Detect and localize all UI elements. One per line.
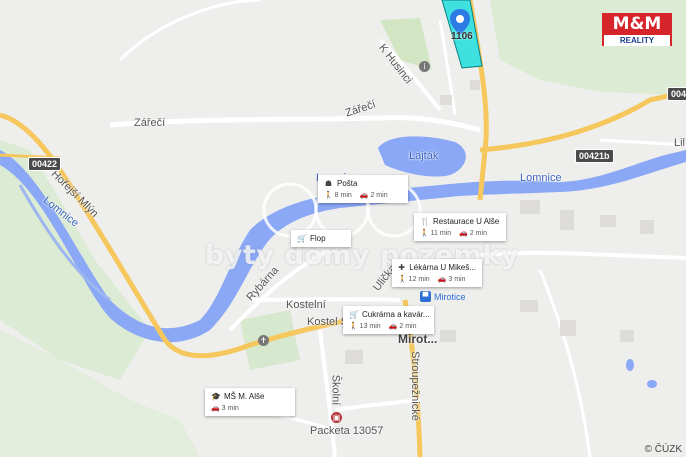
poi-walk-time: 11 min bbox=[430, 230, 452, 237]
town-label-mirotice: Mirot... bbox=[398, 332, 438, 346]
street-label-packeta: Packeta 13057 bbox=[310, 425, 384, 437]
walk-icon: 🚶 bbox=[420, 230, 429, 237]
street-label-skolni: Školní bbox=[329, 374, 342, 406]
road-number-badge: 004 bbox=[667, 87, 686, 101]
car-icon: 🚗 bbox=[459, 230, 468, 237]
parcel-locker-icon[interactable]: ▣ bbox=[331, 412, 342, 423]
poi-walk-time: 13 min bbox=[359, 323, 381, 330]
church-icon[interactable]: ✝ bbox=[258, 335, 269, 346]
pharmacy-icon: ✚ bbox=[398, 263, 405, 272]
cart-icon: 🛒 bbox=[349, 310, 359, 319]
car-icon: 🚗 bbox=[437, 276, 447, 283]
poi-name: MŠ M. Alše bbox=[224, 392, 265, 401]
bus-stop[interactable]: ▀ Mirotice bbox=[420, 291, 466, 302]
poi-card[interactable]: 🛒 Flop bbox=[291, 230, 351, 247]
poi-name: Cukrárna a kavár... bbox=[362, 310, 430, 319]
road-number-badge: 00422 bbox=[28, 157, 62, 171]
school-icon: 🎓 bbox=[211, 392, 221, 401]
poi-card[interactable]: 🎓 MŠ M. Alše 🚗 3 min bbox=[205, 388, 295, 416]
brand-logo-bottom: REALITY bbox=[604, 35, 670, 46]
poi-name: Lékárna U Mikeš... bbox=[409, 263, 476, 272]
road-number-badge: 00421b bbox=[575, 149, 614, 163]
poi-walk-time: 12 min bbox=[408, 276, 430, 283]
car-icon: 🚗 bbox=[359, 192, 369, 199]
poi-car-time: 2 min bbox=[370, 192, 388, 199]
poi-car-time: 2 min bbox=[399, 323, 417, 330]
river-label-lomnice: Lomnice bbox=[520, 172, 562, 184]
brand-logo-top: M&M bbox=[612, 14, 662, 34]
bus-icon: ▀ bbox=[420, 291, 431, 302]
walk-icon: 🚶 bbox=[349, 323, 358, 330]
bus-stop-label: Mirotice bbox=[434, 291, 466, 302]
poi-card[interactable]: 🛒 Cukrárna a kavár... 🚶 13 min 🚗 2 min bbox=[343, 306, 434, 334]
copyright: © ČÚZK bbox=[644, 444, 682, 455]
car-icon: 🚗 bbox=[388, 323, 398, 330]
map-canvas[interactable]: 1106 K Husinci Zářečí Zářečí Lajták Lomn… bbox=[0, 0, 686, 457]
street-label-stroupeznicke: Stroupežnické bbox=[408, 351, 421, 421]
brand-logo[interactable]: M&M REALITY bbox=[602, 13, 672, 46]
poi-card[interactable]: ✚ Lékárna U Mikeš... 🚶 12 min 🚗 3 min bbox=[392, 259, 482, 287]
street-label-zareci: Zářečí bbox=[134, 117, 166, 129]
map-base-layer bbox=[0, 0, 686, 457]
street-label-lil: Lil bbox=[674, 137, 686, 149]
walk-icon: 🚶 bbox=[398, 276, 407, 283]
cart-icon: 🛒 bbox=[297, 234, 307, 243]
street-label-kostelni: Kostelní bbox=[286, 299, 326, 311]
poi-name: Pošta bbox=[337, 179, 358, 188]
car-icon: 🚗 bbox=[211, 405, 220, 412]
fork-knife-icon: 🍴 bbox=[420, 217, 430, 226]
walk-icon: 🚶 bbox=[324, 192, 333, 199]
poi-name: Restaurace U Alše bbox=[433, 217, 500, 226]
poi-card[interactable]: ☗ Pošta 🚶 8 min 🚗 2 min bbox=[318, 175, 408, 203]
poi-car-time: 3 min bbox=[221, 405, 239, 412]
person-icon: ☗ bbox=[324, 179, 333, 188]
poi-card[interactable]: 🍴 Restaurace U Alše 🚶 11 min 🚗 2 min bbox=[414, 213, 506, 241]
info-icon[interactable]: i bbox=[419, 61, 430, 72]
poi-walk-time: 8 min bbox=[334, 192, 352, 199]
lake-label-lajtak: Lajták bbox=[409, 150, 439, 162]
poi-car-time: 3 min bbox=[448, 276, 466, 283]
poi-car-time: 2 min bbox=[469, 230, 487, 237]
parcel-number: 1106 bbox=[451, 31, 473, 42]
poi-name: Flop bbox=[310, 234, 326, 243]
